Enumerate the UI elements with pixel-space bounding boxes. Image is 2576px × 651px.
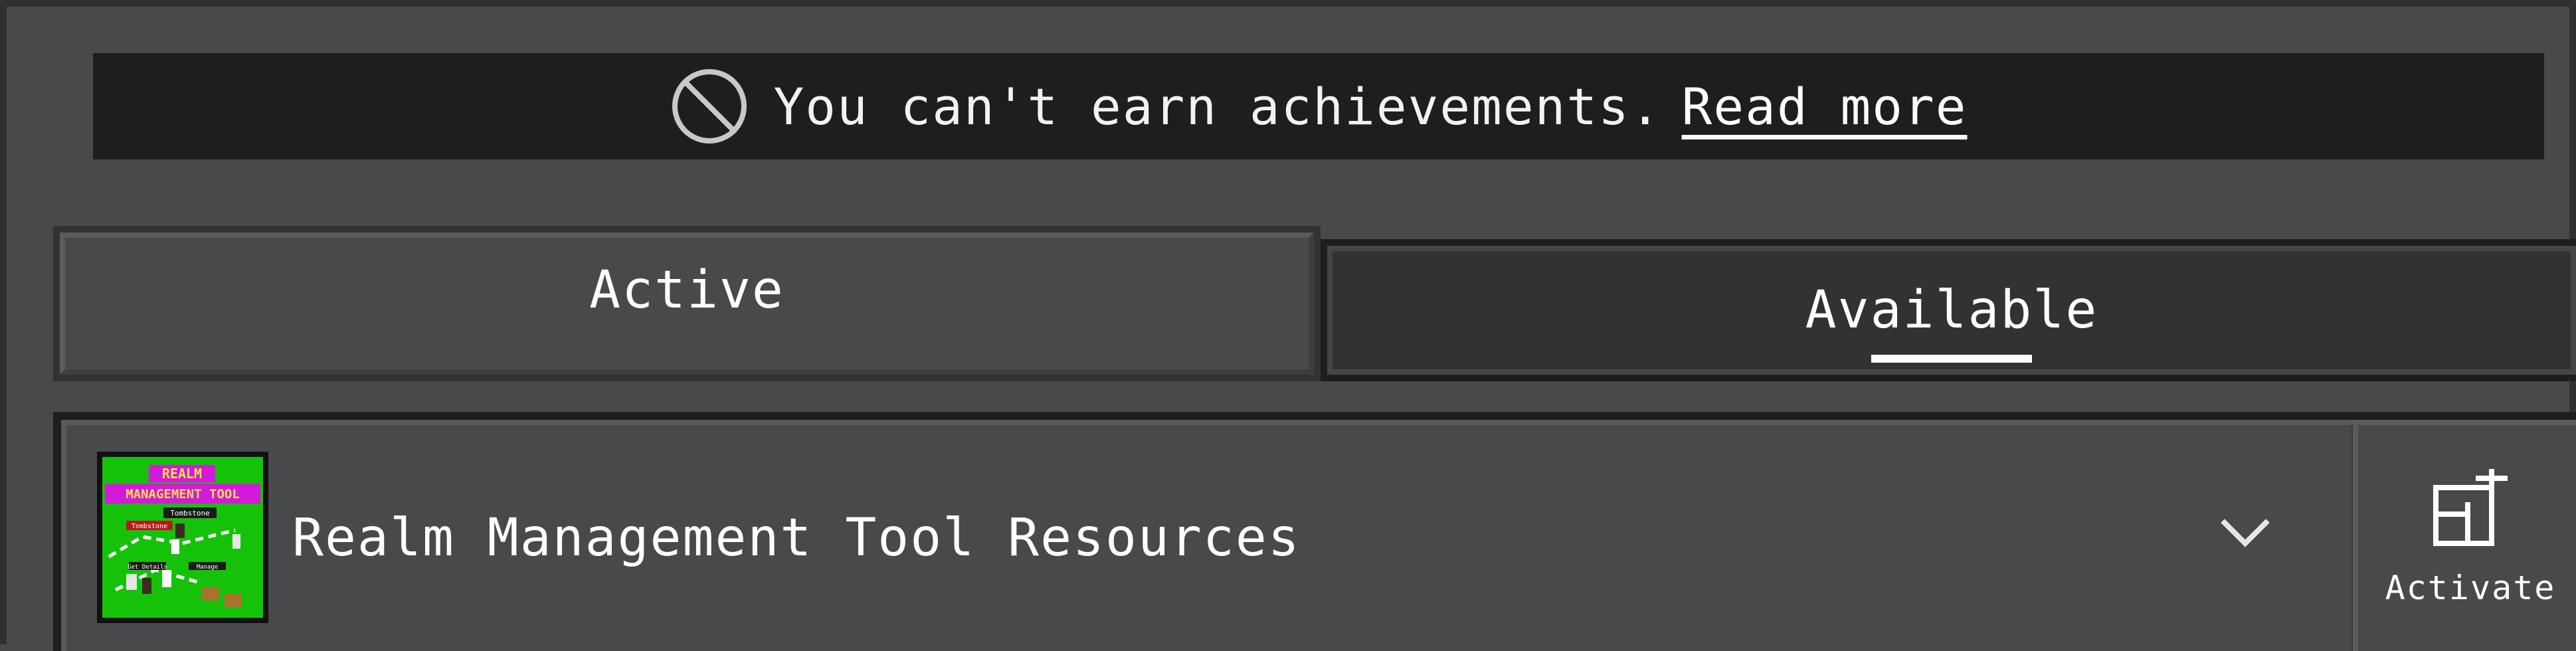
thumb-tag1: Tombstone [170,509,210,517]
thumb-tag4: Manage [197,564,219,571]
achievements-warning-banner: You can't earn achievements. Read more [93,53,2544,159]
tab-active-label: Active [589,260,784,320]
no-entry-icon [672,69,747,143]
tab-available-label: Available [1805,280,2098,340]
resource-pack-row: REALM MANAGEMENT TOOL Tombstone Tombston… [53,412,2576,651]
read-more-link[interactable]: Read more [1682,77,1968,136]
thumb-logo-line2: MANAGEMENT TOOL [126,487,240,502]
activate-button[interactable]: Activate [2353,420,2576,651]
thumb-tag3: Get Details [128,564,167,571]
achievements-warning-text: You can't earn achievements. [773,76,1662,136]
selected-tab-indicator [1871,355,2032,363]
add-pack-icon [2433,469,2508,546]
tab-active[interactable]: Active [53,226,1321,381]
resource-pack-item[interactable]: REALM MANAGEMENT TOOL Tombstone Tombston… [61,420,2357,651]
activate-label: Activate [2385,569,2556,607]
pack-thumbnail: REALM MANAGEMENT TOOL Tombstone Tombston… [97,452,268,623]
pack-title: Realm Management Tool Resources [292,508,1301,568]
pack-thumbnail-art: REALM MANAGEMENT TOOL Tombstone Tombston… [102,457,263,618]
screen-frame: You can't earn achievements. Read more A… [0,0,2576,651]
chevron-down-icon[interactable] [2219,512,2272,551]
thumb-logo-line1: REALM [162,466,202,482]
tab-available[interactable]: Available [1321,239,2576,381]
thumb-tag2: Tombstone [132,523,167,530]
